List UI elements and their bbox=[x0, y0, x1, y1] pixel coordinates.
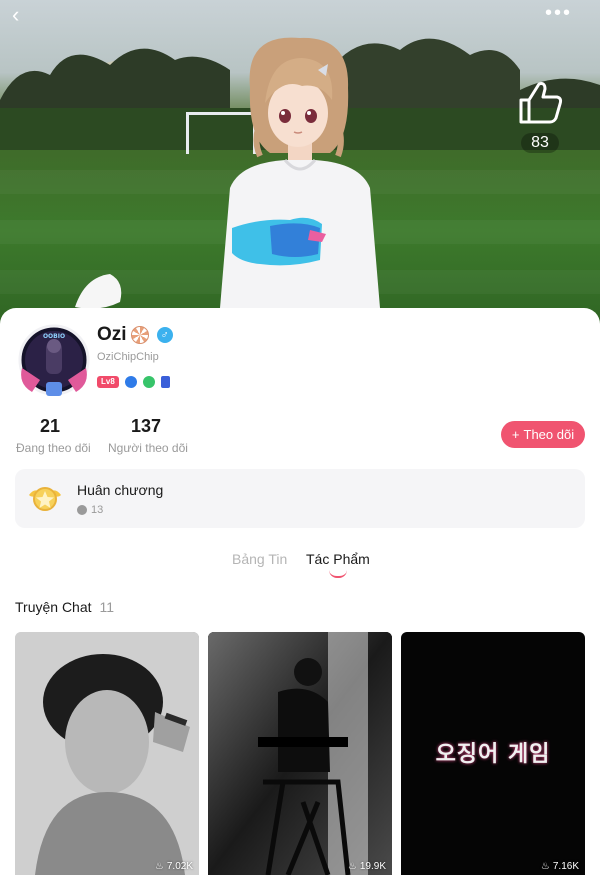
feather-prop bbox=[75, 274, 122, 309]
story-card[interactable]: ♨ 7.02K bbox=[15, 632, 199, 875]
username-row: Ozi ♂ bbox=[97, 324, 173, 346]
avatar[interactable]: OOBIO bbox=[18, 324, 90, 400]
story-views: ♨ 19.9K bbox=[348, 861, 386, 872]
follow-button-label: Theo dõi bbox=[523, 427, 575, 442]
verified-badge-icon[interactable] bbox=[142, 376, 155, 388]
fire-icon: ♨ bbox=[540, 861, 550, 872]
tab-works[interactable]: Tác Phẩm bbox=[306, 551, 370, 567]
like-button[interactable]: 83 bbox=[512, 80, 568, 153]
lollipop-icon bbox=[130, 326, 149, 344]
story-cover-title: 오징어 게임 bbox=[435, 742, 551, 767]
medal-count-icon bbox=[77, 505, 87, 515]
medal-count-row: 13 bbox=[77, 504, 103, 516]
story-cover-image bbox=[15, 632, 199, 875]
profile-card: OOBIO Ozi ♂ OziChipChip Lv8 21 Đang theo… bbox=[0, 308, 600, 875]
medal-count: 13 bbox=[91, 504, 104, 516]
active-tab-indicator bbox=[329, 570, 347, 578]
thumbs-up-icon bbox=[519, 82, 563, 124]
followers-stat[interactable]: 137 Người theo dõi bbox=[108, 416, 188, 455]
character-illustration bbox=[220, 37, 380, 308]
followers-count: 137 bbox=[130, 416, 162, 436]
back-icon[interactable]: ‹ bbox=[12, 4, 34, 26]
tab-news-feed[interactable]: Bảng Tin bbox=[232, 551, 287, 567]
story-views: ♨ 7.16K bbox=[541, 861, 579, 872]
medal-icon bbox=[29, 487, 61, 511]
story-views: ♨ 7.02K bbox=[155, 861, 193, 872]
view-count: 7.16K bbox=[552, 861, 579, 872]
story-card[interactable]: 오징어 게임 ♨ 7.16K bbox=[401, 632, 585, 875]
diamond-badge-icon[interactable] bbox=[124, 376, 137, 388]
medal-title: Huân chương bbox=[77, 482, 164, 498]
more-options-icon[interactable]: ••• bbox=[545, 2, 572, 25]
avatar-frame-text: OOBIO bbox=[43, 333, 65, 340]
plus-icon: + bbox=[511, 427, 520, 442]
male-gender-icon: ♂ bbox=[156, 327, 173, 343]
book-badge-icon[interactable] bbox=[160, 376, 170, 388]
fire-icon: ♨ bbox=[347, 861, 357, 872]
following-label: Đang theo dõi bbox=[16, 441, 91, 455]
medal-panel[interactable]: Huân chương 13 bbox=[15, 469, 585, 528]
like-count: 83 bbox=[521, 133, 559, 153]
section-count: 11 bbox=[99, 599, 115, 615]
badge-row: Lv8 bbox=[97, 376, 170, 388]
followers-label: Người theo dõi bbox=[108, 441, 188, 455]
cover-banner: ‹ ••• 83 bbox=[0, 0, 600, 330]
following-count: 21 bbox=[39, 416, 61, 436]
username: Ozi bbox=[97, 324, 127, 345]
view-count: 7.02K bbox=[166, 861, 193, 872]
content-tabs: Bảng Tin Tác Phẩm bbox=[0, 551, 600, 581]
follow-button[interactable]: + Theo dõi bbox=[501, 421, 585, 448]
story-card[interactable]: ♨ 19.9K bbox=[208, 632, 392, 875]
following-stat[interactable]: 21 Đang theo dõi bbox=[16, 416, 91, 455]
fire-icon: ♨ bbox=[154, 861, 164, 872]
view-count: 19.9K bbox=[359, 861, 386, 872]
user-handle: OziChipChip bbox=[97, 351, 159, 363]
section-title: Truyện Chat bbox=[15, 599, 92, 615]
story-cover-image bbox=[208, 632, 392, 875]
section-header: Truyện Chat 11 bbox=[15, 599, 114, 615]
level-badge[interactable]: Lv8 bbox=[97, 376, 119, 388]
